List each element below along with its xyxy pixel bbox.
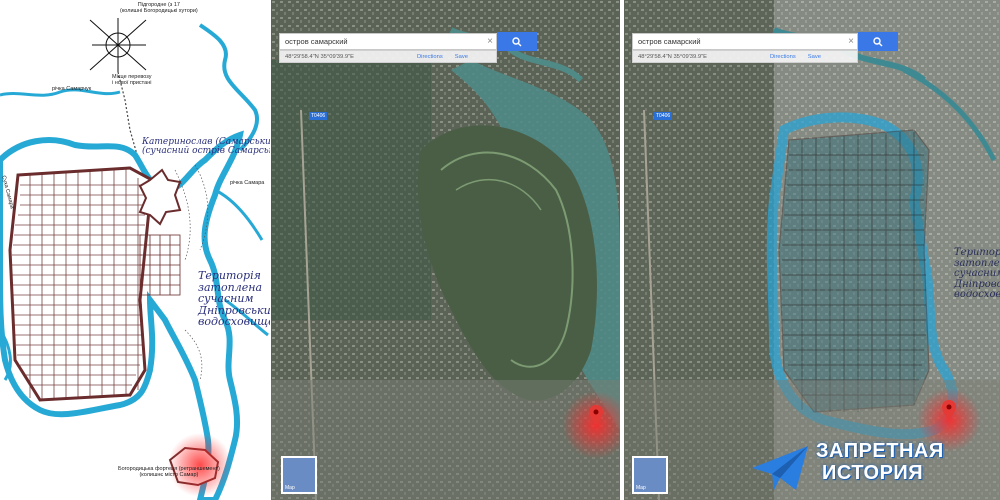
coordinates-readout: 48°29'58.4"N 35°09'39.9"E (638, 53, 707, 60)
location-pin-icon[interactable] (942, 400, 956, 420)
river-samara-label: річка Самара (230, 180, 265, 186)
ferry-note: Місце перевозу і нової пристані (112, 74, 152, 87)
directions-link[interactable]: Directions (770, 54, 796, 60)
search-box[interactable]: остров самарский × (632, 33, 858, 50)
clear-icon[interactable]: × (845, 36, 857, 47)
save-link[interactable]: Save (808, 54, 821, 60)
search-icon (512, 36, 522, 46)
map-type-label: Map (285, 485, 295, 491)
flooded-territory-label: Територія затоплена сучасним Дніпровськи… (198, 269, 270, 329)
overlay-flooded-label: Територія затоплена сучасним Дніпровськи… (954, 247, 1000, 300)
map-type-label: Map (636, 485, 646, 491)
brand-line-1: ЗАПРЕТНАЯ (816, 440, 944, 462)
search-button[interactable] (497, 32, 537, 51)
search-input[interactable]: остров самарский (633, 37, 845, 46)
top-village-label: Підгородне (з 17 (колишні Богородицькі х… (120, 2, 198, 15)
clear-icon[interactable]: × (484, 36, 496, 47)
paper-plane-icon (752, 446, 808, 490)
city-label: Катеринослав (Самарський) (сучасний остр… (142, 137, 270, 157)
search-input[interactable]: остров самарский (280, 37, 484, 46)
save-link[interactable]: Save (455, 54, 468, 60)
road-badge: T0406 (309, 112, 328, 120)
fortress-label: Богородицька фортеця (ретраншемент) (кол… (118, 466, 220, 479)
brand-line-2: ИСТОРИЯ (822, 462, 924, 484)
satellite-map-panel[interactable]: остров самарский × 48°29'58.4"N 35°09'39… (271, 0, 620, 500)
search-box[interactable]: остров самарский × (279, 33, 497, 50)
search-button[interactable] (858, 32, 898, 51)
search-icon (873, 36, 883, 46)
overlay-map-panel[interactable]: Територія затоплена сучасним Дніпровськи… (624, 0, 1000, 500)
satellite-imagery (271, 0, 620, 500)
coordinate-bar: 48°29'58.4"N 35°09'39.9"E Directions Sav… (279, 50, 497, 63)
map-type-thumbnail[interactable]: Map (632, 456, 668, 494)
overlay-imagery (624, 0, 1000, 500)
brand-watermark: ЗАПРЕТНАЯ ИСТОРИЯ (750, 440, 1000, 500)
historical-map-panel: Підгородне (з 17 (колишні Богородицькі х… (0, 0, 270, 500)
coordinate-bar: 48°29'58.4"N 35°09'39.9"E Directions Sav… (632, 50, 858, 63)
map-type-thumbnail[interactable]: Map (281, 456, 317, 494)
location-pin-icon[interactable] (589, 405, 603, 425)
directions-link[interactable]: Directions (417, 54, 443, 60)
coordinates-readout: 48°29'58.4"N 35°09'39.9"E (285, 53, 354, 60)
river-samarchuk-label: річка Самарчук (52, 86, 92, 92)
road-badge: T0406 (654, 112, 673, 120)
